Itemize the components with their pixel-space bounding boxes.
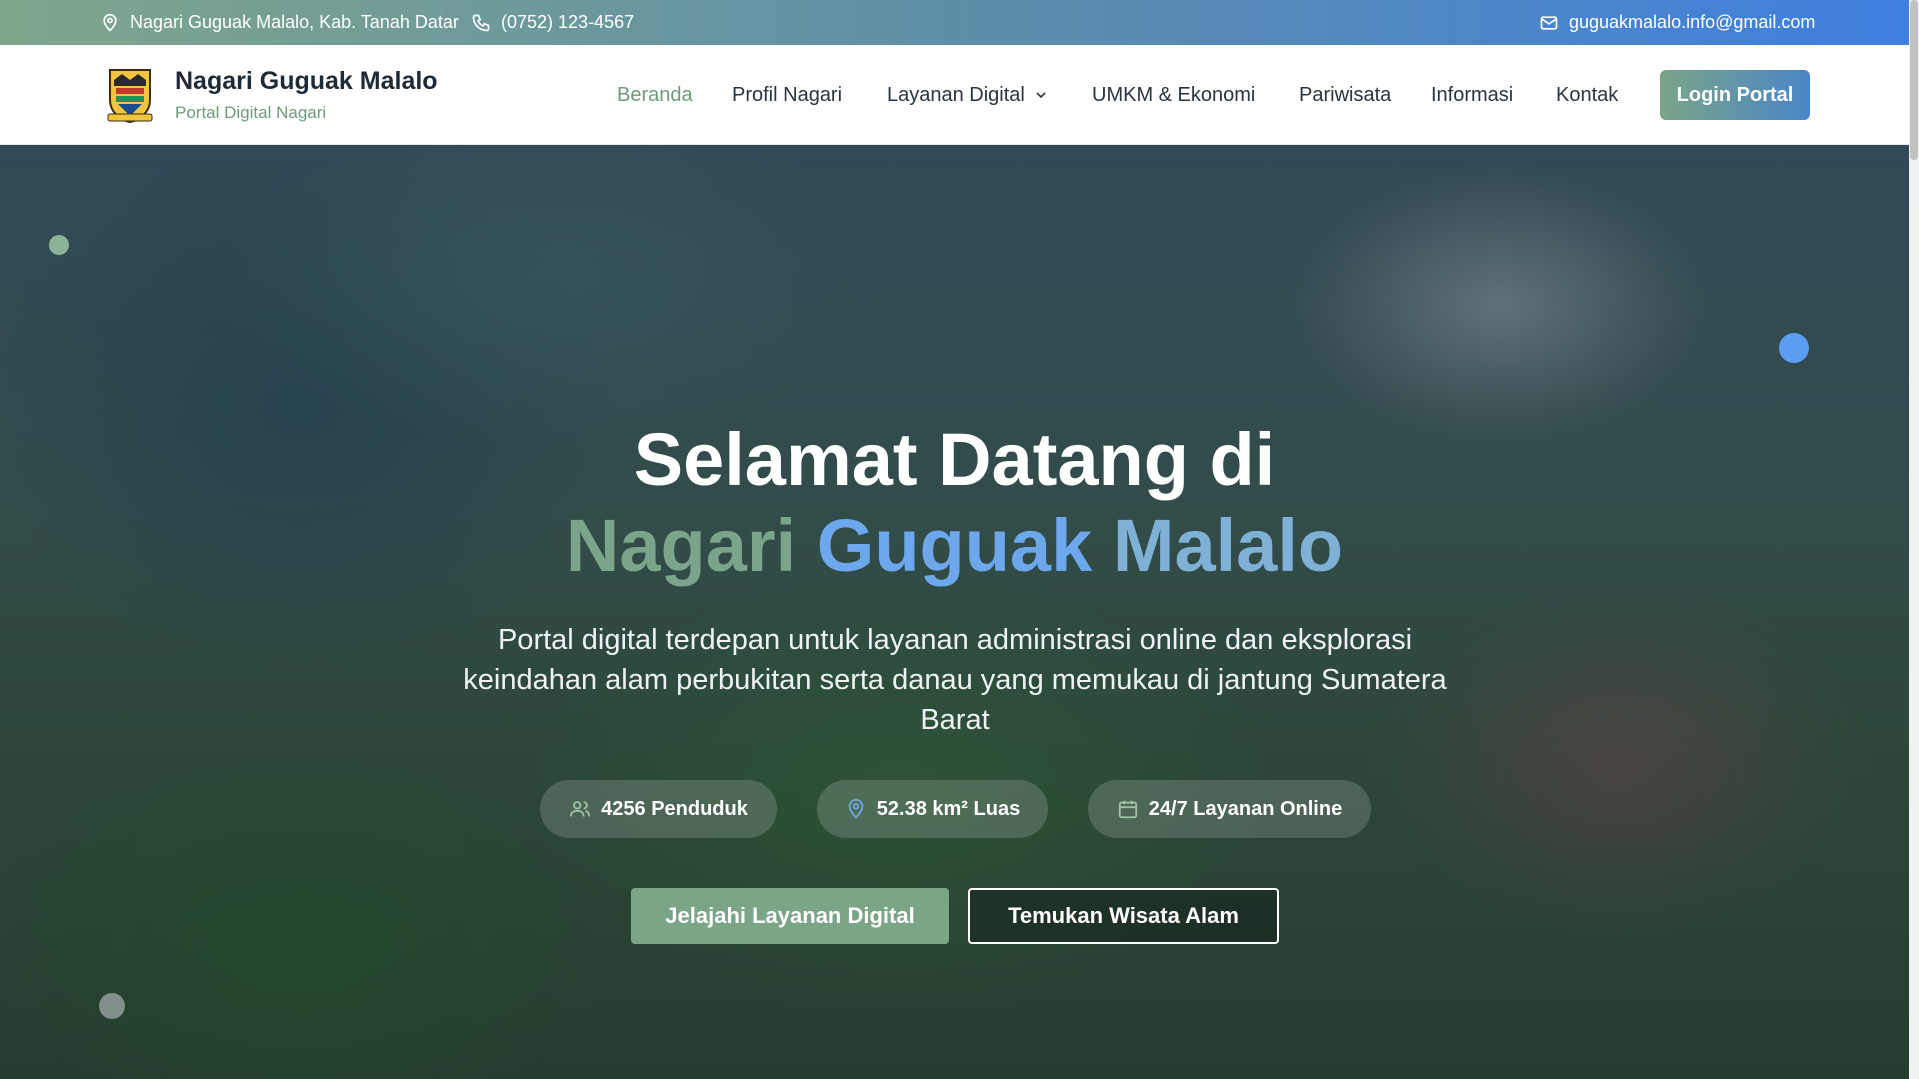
topbar-phone[interactable]: (0752) 123-4567	[471, 0, 634, 45]
topbar-location-text: Nagari Guguak Malalo, Kab. Tanah Datar	[130, 12, 459, 32]
hero-description: Portal digital terdepan untuk layanan ad…	[463, 624, 1447, 736]
nav-informasi[interactable]: Informasi	[1431, 45, 1513, 145]
topbar-phone-text[interactable]: (0752) 123-4567	[501, 12, 634, 33]
explore-digital-services-button[interactable]: Jelajahi Layanan Digital	[631, 888, 949, 944]
map-pin-icon	[848, 798, 864, 819]
nav-layanan-digital-label: Layanan Digital	[887, 83, 1025, 106]
hero-title-word-malalo: Malalo	[1112, 504, 1344, 587]
nav-beranda[interactable]: Beranda	[617, 45, 693, 145]
calendar-icon	[1118, 800, 1137, 819]
stat-penduduk-label: 4256 Penduduk	[601, 797, 748, 820]
mail-icon	[1540, 15, 1558, 30]
stat-penduduk: 4256 Penduduk	[540, 780, 777, 838]
nav-umkm-ekonomi[interactable]: UMKM & Ekonomi	[1092, 45, 1255, 145]
stat-luas: 52.38 km² Luas	[817, 780, 1048, 838]
stat-layanan-online: 24/7 Layanan Online	[1088, 780, 1371, 838]
hero-section: Selamat Datang di Nagari Guguak Malalo P…	[0, 145, 1909, 1079]
main-navbar: Nagari Guguak Malalo Portal Digital Naga…	[0, 45, 1909, 145]
phone-icon	[472, 14, 490, 31]
chevron-down-icon	[1036, 92, 1046, 99]
page-scrollbar[interactable]	[1909, 0, 1919, 1079]
brand-subtitle: Portal Digital Nagari	[175, 103, 327, 122]
scrollbar-thumb[interactable]	[1910, 0, 1918, 160]
decorative-dot	[49, 235, 69, 255]
topbar-email-text[interactable]: guguakmalalo.info@gmail.com	[1569, 12, 1815, 33]
brand-title[interactable]: Nagari Guguak Malalo	[175, 67, 438, 96]
users-icon	[570, 801, 591, 817]
map-pin-icon	[103, 13, 117, 32]
stat-luas-label: 52.38 km² Luas	[876, 797, 1021, 820]
decorative-dot	[99, 993, 125, 1019]
nav-kontak[interactable]: Kontak	[1556, 45, 1618, 145]
hero-title-word-nagari: Nagari	[565, 504, 797, 587]
topbar-email[interactable]: guguakmalalo.info@gmail.com	[1539, 0, 1815, 45]
nagari-logo-icon[interactable]	[104, 66, 156, 124]
decorative-dot	[1779, 333, 1809, 363]
hero-title-line1: Selamat Datang di	[633, 418, 1276, 501]
nav-pariwisata[interactable]: Pariwisata	[1299, 45, 1391, 145]
top-info-bar: Nagari Guguak Malalo, Kab. Tanah Datar (…	[0, 0, 1909, 45]
stat-layanan-online-label: 24/7 Layanan Online	[1148, 797, 1343, 820]
hero-title-line2: Nagari Guguak Malalo	[0, 503, 1909, 588]
login-portal-button[interactable]: Login Portal	[1660, 70, 1810, 120]
nav-layanan-digital[interactable]: Layanan Digital	[887, 45, 1049, 145]
hero-title-word-guguak: Guguak	[816, 504, 1093, 587]
topbar-location: Nagari Guguak Malalo, Kab. Tanah Datar	[100, 0, 459, 45]
nav-profil-nagari[interactable]: Profil Nagari	[732, 45, 842, 145]
discover-nature-tourism-button[interactable]: Temukan Wisata Alam	[968, 888, 1279, 944]
hero-background-overlay	[0, 145, 1909, 1079]
